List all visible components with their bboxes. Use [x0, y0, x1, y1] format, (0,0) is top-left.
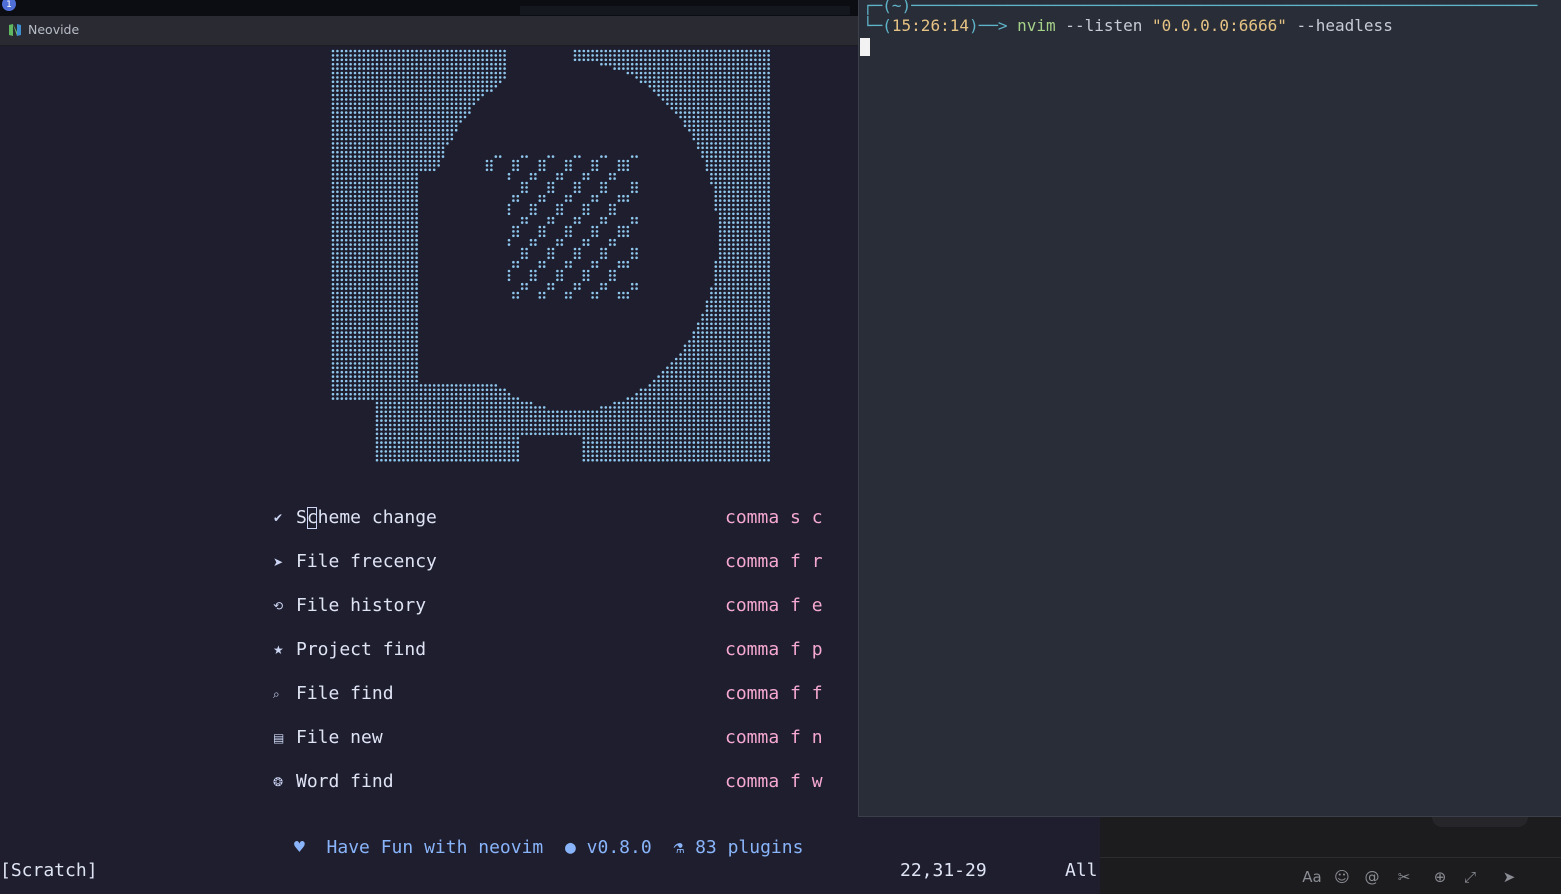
file-new-icon: ▤: [273, 731, 285, 745]
mention-icon[interactable]: @: [1361, 866, 1383, 888]
menu-item-shortcut: comma f w: [725, 771, 823, 792]
rocket-icon: ➤: [273, 555, 284, 569]
prompt-corner: └─(: [863, 16, 892, 35]
command-name: nvim: [1017, 16, 1056, 35]
background-window-edge: [520, 6, 850, 15]
dashboard-footer: ♥ Have Fun with neovim ● v0.8.0 ⚗ 83 plu…: [294, 837, 803, 858]
prompt-arrow: )──>: [968, 16, 1018, 35]
text-cursor: [307, 507, 317, 529]
scroll-position: All: [1065, 860, 1098, 881]
chat-divider: [1100, 857, 1561, 858]
menu-item-shortcut: comma s c: [725, 507, 823, 528]
window-title: Neovide: [28, 22, 80, 37]
flask-icon: ⚗: [673, 837, 685, 858]
menu-item[interactable]: ⟲ File history comma f e: [273, 595, 833, 619]
menu-item-label: File find: [296, 683, 394, 704]
menu-item-shortcut: comma f n: [725, 727, 823, 748]
neovim-logo-icon: [9, 24, 21, 36]
menu-item-shortcut: comma f p: [725, 639, 823, 660]
menu-item-shortcut: comma f r: [725, 551, 823, 572]
expand-icon[interactable]: ⤢: [1459, 866, 1481, 888]
menu-item-label: Word find: [296, 771, 394, 792]
menu-item-label: File frecency: [296, 551, 437, 572]
heart-icon: ♥: [294, 837, 305, 858]
scissors-icon[interactable]: ✂: [1393, 866, 1415, 888]
footer-fun-text: Have Fun with neovim: [326, 837, 544, 858]
menu-item-label: Scheme change: [296, 507, 437, 528]
chat-input-area[interactable]: Aa ☺ @ ✂ ⊕ ⤢ ➤: [1100, 817, 1561, 894]
plugin-count: 83 plugins: [695, 837, 804, 858]
prompt-top-line: ┌─(~)───────────────────────────────────…: [863, 0, 1538, 15]
neovide-titlebar[interactable]: Neovide: [0, 16, 858, 46]
menu-item-label: File new: [296, 727, 383, 748]
command-string-arg: "0.0.0.0:6666": [1152, 16, 1287, 35]
buffer-name: [Scratch]: [0, 860, 98, 881]
menu-item-label: File history: [296, 595, 427, 616]
bookmark-icon: ★: [273, 643, 284, 657]
command-arg-headless: --headless: [1286, 16, 1393, 35]
menu-item-label: Project find: [296, 639, 427, 660]
emoji-icon[interactable]: ☺: [1331, 866, 1353, 888]
menu-item[interactable]: ★ Project find comma f p: [273, 639, 833, 663]
menu-item[interactable]: ✔ Scheme change comma s c: [273, 507, 833, 531]
statusline: [Scratch] 22,31-29 All: [0, 860, 1100, 894]
word-find-icon: ❂: [273, 775, 284, 789]
menu-item[interactable]: ➤ File frecency comma f r: [273, 551, 833, 575]
menu-item-shortcut: comma f f: [725, 683, 823, 704]
menu-item[interactable]: ⌕ File find comma f f: [273, 683, 833, 707]
pen-icon: ✔: [273, 511, 284, 525]
command-arg: --listen: [1055, 16, 1152, 35]
dashboard-dot-art: [331, 49, 770, 462]
send-icon[interactable]: ➤: [1498, 866, 1520, 888]
plus-circle-icon[interactable]: ⊕: [1429, 866, 1451, 888]
prompt-command-line[interactable]: └─(15:26:14)──> nvim --listen "0.0.0.0:6…: [863, 16, 1393, 35]
file-search-icon: ⌕: [273, 687, 280, 701]
menu-item[interactable]: ▤ File new comma f n: [273, 727, 833, 751]
version-text: v0.8.0: [586, 837, 652, 858]
terminal-cursor: [860, 38, 870, 56]
cursor-position: 22,31-29: [900, 860, 987, 881]
font-icon[interactable]: Aa: [1301, 866, 1323, 888]
info-icon: ●: [564, 837, 576, 858]
chat-bubble: [1432, 817, 1528, 827]
menu-item[interactable]: ❂ Word find comma f w: [273, 771, 833, 795]
history-icon: ⟲: [273, 599, 284, 613]
workspace-badge[interactable]: 1: [2, 0, 16, 11]
prompt-time: 15:26:14: [891, 16, 969, 35]
terminal-window[interactable]: ┌─(~)───────────────────────────────────…: [858, 0, 1561, 817]
menu-item-shortcut: comma f e: [725, 595, 823, 616]
